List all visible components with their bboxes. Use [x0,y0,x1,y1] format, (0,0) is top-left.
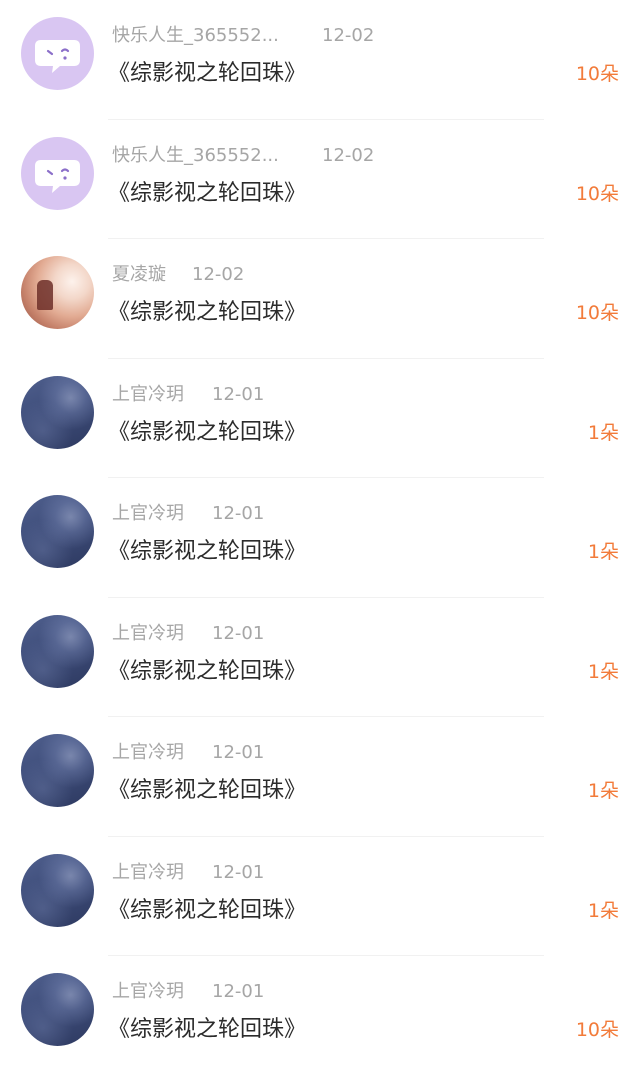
book-title[interactable]: 《综影视之轮回珠》 [108,776,306,806]
book-title[interactable]: 《综影视之轮回珠》 [108,657,306,687]
gift-date: 12-01 [212,622,265,644]
username[interactable]: 上官冷玥 [112,980,184,1004]
gift-amount: 10朵 [575,182,619,205]
list-item[interactable]: 上官冷玥 12-01 《综影视之轮回珠》 1朵 [0,359,640,478]
sunset-photo-avatar-figure [37,280,53,310]
avatar[interactable] [21,853,94,927]
gift-amount: 1朵 [587,421,619,444]
chat-bubble-avatar-icon [35,40,80,73]
list-item[interactable]: 上官冷玥 12-01 《综影视之轮回珠》 10朵 [0,956,640,1076]
avatar[interactable] [21,375,94,449]
list-item[interactable]: 快乐人生_365552... 12-02 《综影视之轮回珠》 10朵 [0,120,640,239]
gift-date: 12-01 [212,383,265,405]
avatar[interactable] [21,17,94,90]
username[interactable]: 快乐人生_365552... [112,144,279,168]
gift-amount: 10朵 [575,1019,619,1041]
avatar[interactable] [21,256,94,329]
gift-amount: 1朵 [587,780,619,802]
list-item[interactable]: 上官冷玥 12-01 《综影视之轮回珠》 1朵 [0,837,640,956]
gift-date: 12-01 [212,503,265,524]
gift-date: 12-02 [192,264,245,285]
gift-date: 12-01 [212,861,265,883]
username[interactable]: 上官冷玥 [112,383,184,407]
list-item[interactable]: 上官冷玥 12-01 《综影视之轮回珠》 1朵 [0,478,640,598]
gift-amount: 10朵 [575,63,619,85]
book-title[interactable]: 《综影视之轮回珠》 [108,59,306,89]
list-item[interactable]: 夏凌璇 12-02 《综影视之轮回珠》 10朵 [0,239,640,359]
username[interactable]: 上官冷玥 [112,502,184,526]
list-item[interactable]: 快乐人生_365552... 12-02 《综影视之轮回珠》 10朵 [0,0,640,120]
book-title[interactable]: 《综影视之轮回珠》 [108,1015,306,1045]
book-title[interactable]: 《综影视之轮回珠》 [108,298,306,328]
list-item[interactable]: 上官冷玥 12-01 《综影视之轮回珠》 1朵 [0,598,640,717]
chat-bubble-avatar-icon [35,159,80,193]
avatar[interactable] [21,973,94,1046]
gift-record-list: 快乐人生_365552... 12-02 《综影视之轮回珠》 10朵 快乐人生_… [0,0,640,1063]
gift-amount: 1朵 [587,541,619,563]
username[interactable]: 上官冷玥 [112,622,184,646]
gift-amount: 10朵 [575,302,619,324]
book-title[interactable]: 《综影视之轮回珠》 [108,896,306,926]
gift-amount: 1朵 [587,899,619,922]
gift-date: 12-01 [212,981,265,1002]
avatar[interactable] [21,136,94,210]
gift-amount: 1朵 [587,660,619,683]
username[interactable]: 上官冷玥 [112,741,184,765]
book-title[interactable]: 《综影视之轮回珠》 [108,179,306,209]
list-item[interactable]: 上官冷玥 12-01 《综影视之轮回珠》 1朵 [0,717,640,837]
book-title[interactable]: 《综影视之轮回珠》 [108,537,306,567]
gift-date: 12-02 [322,144,375,166]
book-title[interactable]: 《综影视之轮回珠》 [108,418,306,448]
gift-date: 12-02 [322,25,375,46]
avatar[interactable] [21,614,94,688]
username[interactable]: 上官冷玥 [112,861,184,885]
username[interactable]: 快乐人生_365552... [112,24,279,48]
avatar[interactable] [21,495,94,568]
gift-date: 12-01 [212,742,265,763]
username[interactable]: 夏凌璇 [112,263,166,287]
avatar[interactable] [21,734,94,807]
